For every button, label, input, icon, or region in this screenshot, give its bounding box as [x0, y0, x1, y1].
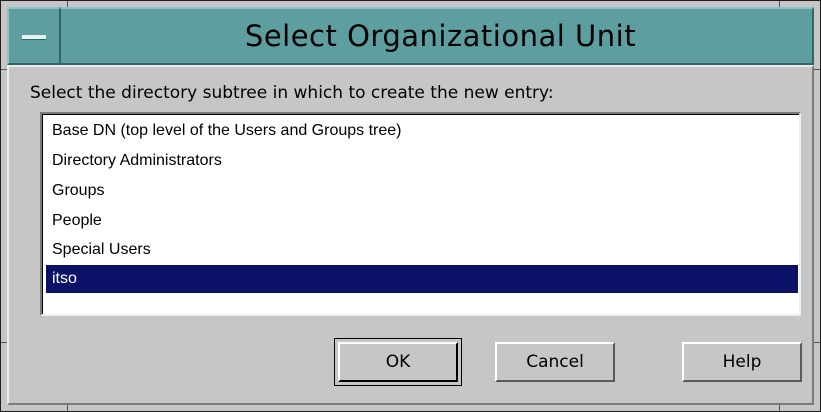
window-menu-icon: [22, 35, 46, 40]
window-menu-button[interactable]: [7, 7, 61, 65]
list-item-directory-administrators[interactable]: Directory Administrators: [46, 147, 798, 175]
cancel-button[interactable]: Cancel: [495, 342, 615, 382]
title-bar[interactable]: Select Organizational Unit: [7, 7, 814, 65]
list-item-special-users[interactable]: Special Users: [46, 236, 798, 264]
instruction-label: Select the directory subtree in which to…: [30, 83, 554, 103]
resize-handle-right-top[interactable]: [814, 1, 820, 70]
dialog-window: Select Organizational Unit Select the di…: [0, 0, 821, 412]
subtree-list-viewport: Base DN (top level of the Users and Grou…: [42, 114, 799, 314]
window-title: Select Organizational Unit: [244, 19, 637, 53]
list-item-people[interactable]: People: [46, 207, 798, 235]
list-item-base-dn[interactable]: Base DN (top level of the Users and Grou…: [46, 117, 798, 145]
ok-button[interactable]: OK: [338, 342, 458, 382]
subtree-list[interactable]: Base DN (top level of the Users and Grou…: [40, 112, 801, 316]
resize-handle-bottom-left[interactable]: [1, 405, 68, 411]
help-button[interactable]: Help: [682, 342, 802, 382]
resize-handle-right-bottom[interactable]: [814, 342, 820, 411]
list-item-itso[interactable]: itso: [46, 265, 798, 293]
list-item-groups[interactable]: Groups: [46, 177, 798, 205]
